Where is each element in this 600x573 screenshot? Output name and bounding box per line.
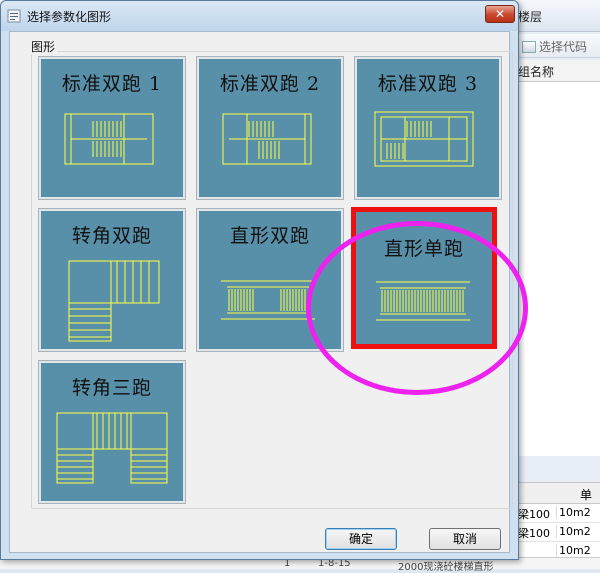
table-cell: 2000现浇砼楼梯直形 [398, 562, 494, 573]
close-button[interactable]: ✕ [485, 5, 515, 23]
select-code-button[interactable]: 选择代码 [522, 38, 587, 55]
tile-straight-single-run[interactable]: 直形单跑 [351, 207, 497, 349]
select-code-label: 选择代码 [539, 40, 588, 54]
tile-straight-double-run[interactable]: 直形双跑 [196, 208, 344, 352]
ok-button[interactable]: 确定 [325, 528, 397, 550]
tile-standard-double-run-1[interactable]: 标准双跑 1 [38, 56, 186, 200]
stair-plan-icon [376, 281, 470, 321]
table-cell: 10m2 [556, 506, 591, 519]
layer-tab[interactable]: 楼层 [518, 8, 542, 25]
list-panel [518, 82, 600, 456]
tile-label: 标准双跑 3 [377, 73, 479, 95]
close-icon: ✕ [494, 7, 506, 21]
tile-label: 直形单跑 [383, 238, 464, 260]
tile-label: 标准双跑 2 [219, 73, 321, 95]
app-icon [7, 9, 21, 23]
table-cell: 10m2 [556, 544, 591, 557]
table-row[interactable]: 梁100 10m2 [518, 504, 600, 523]
grid-header: 单位 [518, 482, 600, 519]
table-row[interactable]: 梁100 10m2 [518, 523, 600, 542]
tile-corner-triple-run[interactable]: 转角三跑 [38, 360, 186, 504]
name-column-header[interactable]: 组名称 [518, 60, 600, 82]
table-cell: 梁100 [518, 527, 550, 540]
tile-label: 标准双跑 1 [61, 73, 163, 95]
tile-label: 直形双跑 [229, 225, 310, 247]
tile-label: 转角双跑 [71, 225, 152, 247]
cancel-button[interactable]: 取消 [429, 528, 501, 550]
select-code-icon [522, 41, 536, 53]
tile-label: 转角三跑 [71, 377, 152, 399]
tile-standard-double-run-2[interactable]: 标准双跑 2 [196, 56, 344, 200]
table-cell: 10m2 [556, 525, 591, 538]
tile-corner-double-run[interactable]: 转角双跑 [38, 208, 186, 352]
select-parametric-shape-dialog: 选择参数化图形 ✕ 图形 标准双跑 1 标准双跑 2 标准双跑 3 转角双跑 直… [0, 0, 519, 560]
dialog-title: 选择参数化图形 [27, 10, 112, 24]
table-cell: 梁100 [518, 508, 550, 521]
tile-standard-double-run-3[interactable]: 标准双跑 3 [354, 56, 502, 200]
dialog-titlebar[interactable]: 选择参数化图形 ✕ [1, 1, 518, 31]
shape-group-label: 图形 [29, 38, 58, 55]
